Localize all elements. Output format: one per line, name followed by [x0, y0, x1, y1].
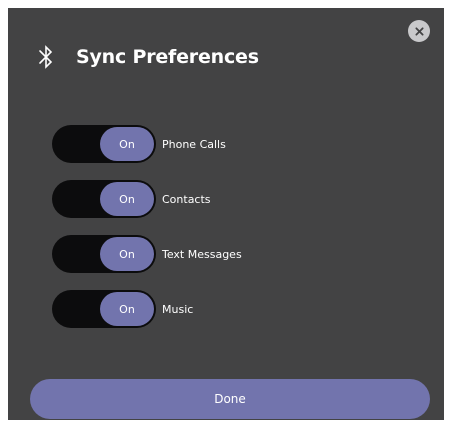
toggle-state-label: On — [100, 182, 154, 216]
preference-label: Music — [162, 302, 194, 316]
preference-label: Contacts — [162, 192, 211, 206]
preference-row-contacts: On Contacts — [52, 180, 211, 218]
contacts-toggle[interactable]: On — [52, 180, 156, 218]
preference-row-phone-calls: On Phone Calls — [52, 125, 226, 163]
bluetooth-icon — [36, 43, 56, 71]
phone-calls-toggle[interactable]: On — [52, 125, 156, 163]
toggle-state-label: On — [100, 292, 154, 326]
music-toggle[interactable]: On — [52, 290, 156, 328]
done-button[interactable]: Done — [30, 379, 430, 419]
sync-preferences-dialog: Sync Preferences On Phone Calls On Conta… — [8, 8, 444, 420]
dialog-title: Sync Preferences — [76, 46, 259, 68]
preference-label: Text Messages — [162, 247, 242, 261]
preference-row-music: On Music — [52, 290, 193, 328]
toggle-state-label: On — [100, 127, 154, 161]
toggle-state-label: On — [100, 237, 154, 271]
preference-label: Phone Calls — [162, 137, 226, 151]
text-messages-toggle[interactable]: On — [52, 235, 156, 273]
close-button[interactable] — [408, 20, 430, 42]
preference-row-text-messages: On Text Messages — [52, 235, 242, 273]
close-icon — [414, 26, 424, 36]
dialog-header: Sync Preferences — [36, 42, 259, 72]
